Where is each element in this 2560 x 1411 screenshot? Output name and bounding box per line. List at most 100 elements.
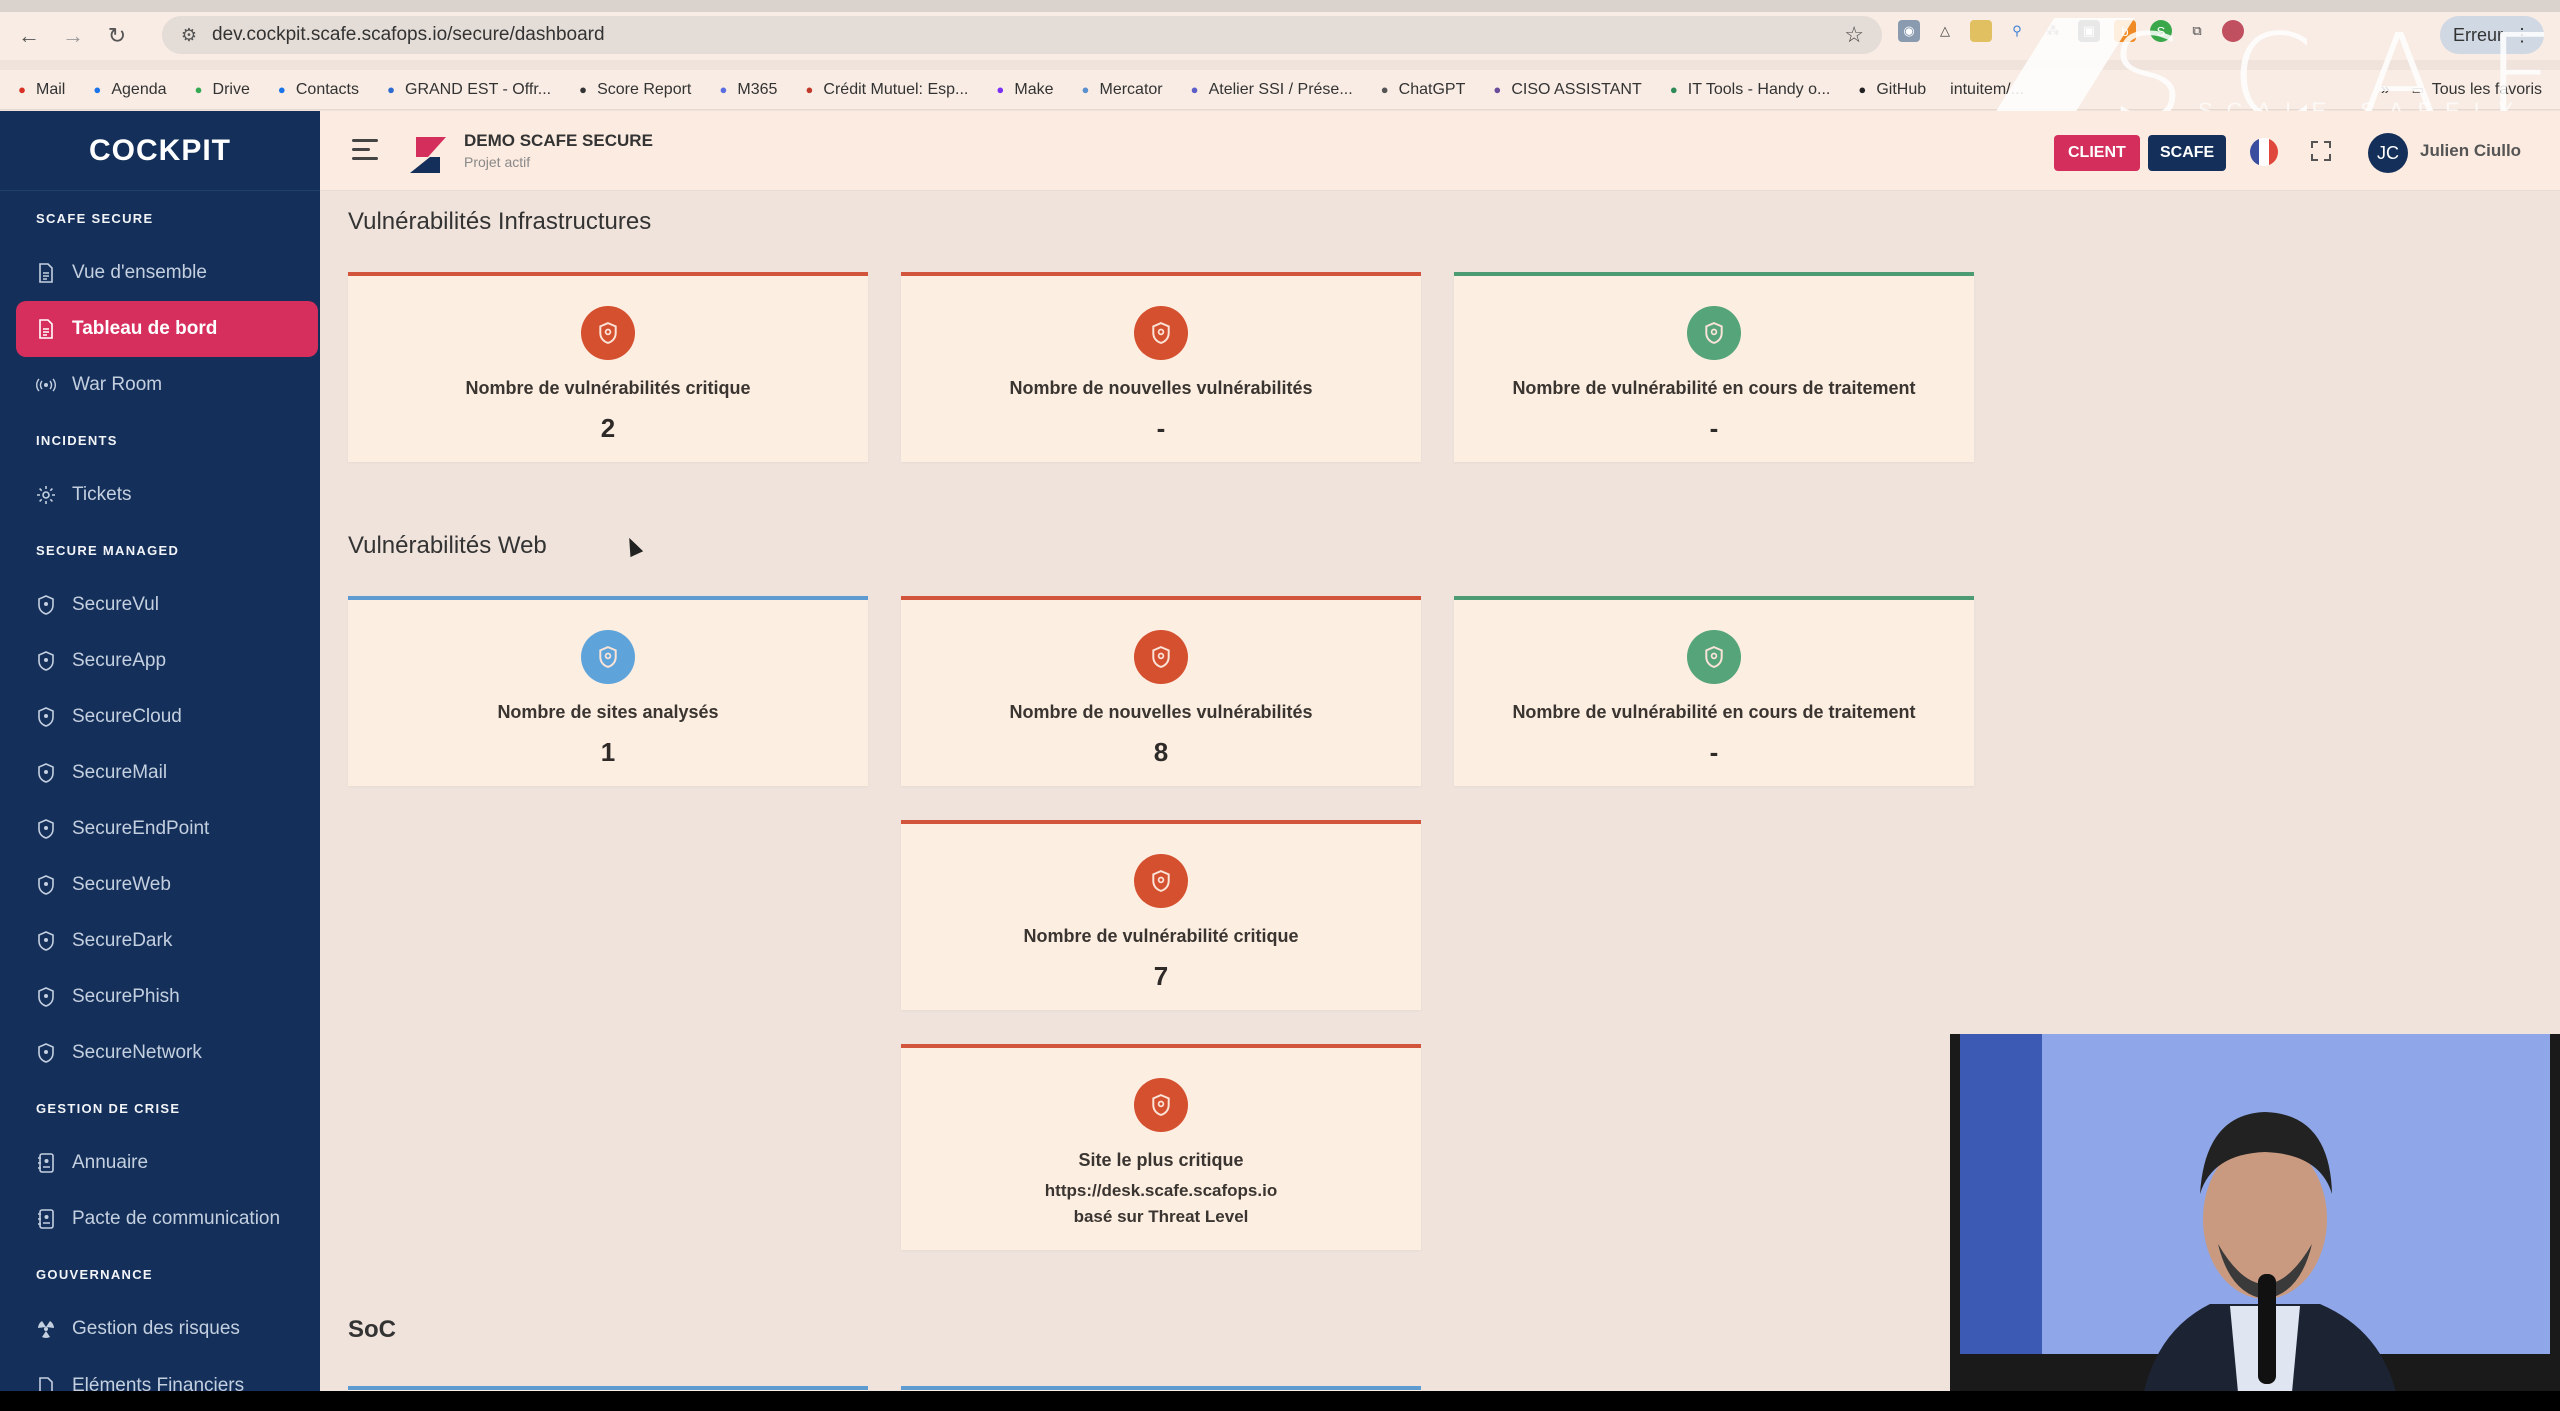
bookmark-item[interactable]: ● Make: [992, 81, 1053, 99]
url-text[interactable]: dev.cockpit.scafe.scafops.io/secure/dash…: [212, 24, 605, 46]
extension-network-icon[interactable]: ⁂: [2042, 20, 2064, 42]
sidebar-item-securemail[interactable]: SecureMail: [16, 745, 318, 801]
webcam-overlay: [1950, 1034, 2560, 1411]
bookmark-item[interactable]: ● CISO ASSISTANT: [1489, 81, 1641, 99]
make-icon: ●: [996, 82, 1005, 97]
bookmark-item[interactable]: ● ChatGPT: [1377, 81, 1466, 99]
screen: ← → ↻ ⚙ dev.cockpit.scafe.scafops.io/sec…: [0, 0, 2560, 1411]
bookmark-item[interactable]: ● Drive: [191, 81, 250, 99]
sidebar-item-label: SecureMail: [72, 762, 168, 783]
octopus-icon: ●: [1493, 82, 1502, 97]
sidebar-item-tableau-de-bord[interactable]: Tableau de bord: [16, 301, 318, 357]
back-icon[interactable]: ←: [14, 21, 44, 51]
user-name[interactable]: Julien Ciullo: [2420, 141, 2521, 161]
stat-label: Nombre de nouvelles vulnérabilités: [1009, 378, 1313, 398]
document-icon: [36, 319, 56, 339]
bookmark-label: Agenda: [111, 80, 167, 98]
all-bookmarks-button[interactable]: ▭ Tous les favoris: [2410, 81, 2542, 99]
bookmark-item[interactable]: ● M365: [715, 81, 777, 99]
sidebar-item-tickets[interactable]: Tickets: [16, 467, 318, 523]
sidebar-item-securecloud[interactable]: SecureCloud: [16, 689, 318, 745]
stat-card: Nombre de nouvelles vulnérabilités 8: [901, 596, 1421, 786]
sidebar-item-securenetwork[interactable]: SecureNetwork: [16, 1025, 318, 1081]
forward-icon[interactable]: →: [58, 21, 88, 51]
sidebar-item-securephish[interactable]: SecurePhish: [16, 969, 318, 1025]
shield-icon: [1134, 630, 1188, 684]
presenter-video: [2140, 1112, 2400, 1411]
sidebar-item-secureendpoint[interactable]: SecureEndPoint: [16, 801, 318, 857]
extensions-puzzle-icon[interactable]: ⧉: [2186, 20, 2208, 42]
sidebar-item-label: Tickets: [72, 484, 132, 505]
shield-icon: [36, 875, 56, 895]
app-header: DEMO SCAFE SECURE Projet actif CLIENT SC…: [320, 111, 2560, 191]
sidebar-item-annuaire[interactable]: Annuaire: [16, 1135, 318, 1191]
extension-password-icon[interactable]: ◉: [1898, 20, 1920, 42]
extension-cloud-icon[interactable]: △: [1934, 20, 1956, 42]
bookmark-item[interactable]: ● GitHub: [1854, 81, 1926, 99]
bookmark-item[interactable]: intuitem/...: [1950, 81, 2024, 99]
shield-icon: [36, 819, 56, 839]
profile-avatar-icon[interactable]: [2222, 20, 2244, 42]
sidebar-item-securedark[interactable]: SecureDark: [16, 913, 318, 969]
shield-icon: [581, 630, 635, 684]
shield-icon: [36, 931, 56, 951]
sidebar-item-gestion-des-risques[interactable]: Gestion des risques: [16, 1301, 318, 1357]
gear-icon: [36, 485, 56, 505]
sidebar-item-vue-d-ensemble[interactable]: Vue d'ensemble: [16, 245, 318, 301]
address-book-icon: [36, 1209, 56, 1229]
shield-icon: [36, 763, 56, 783]
folder-icon: ▭: [2411, 82, 2424, 97]
sidebar-item-secureapp[interactable]: SecureApp: [16, 633, 318, 689]
site-settings-icon[interactable]: ⚙: [172, 25, 206, 46]
drive-icon: ●: [194, 82, 203, 97]
sidebar-item-secureweb[interactable]: SecureWeb: [16, 857, 318, 913]
client-button[interactable]: CLIENT: [2054, 135, 2140, 171]
address-bar[interactable]: ⚙ dev.cockpit.scafe.scafops.io/secure/da…: [162, 16, 1882, 54]
bookmark-item[interactable]: ● Agenda: [89, 81, 166, 99]
bookmark-item[interactable]: ● Score Report: [575, 81, 691, 99]
critical-site-url[interactable]: https://desk.scafe.scafops.io: [1045, 1181, 1277, 1201]
extension-pencil-icon[interactable]: [1970, 20, 1992, 42]
critical-site-basis: basé sur Threat Level: [1073, 1207, 1249, 1226]
profile-error-button[interactable]: Erreur ⋮: [2440, 16, 2544, 54]
fullscreen-icon[interactable]: [2310, 140, 2332, 162]
sidebar-item-securevul[interactable]: SecureVul: [16, 577, 318, 633]
scafe-button[interactable]: SCAFE: [2148, 135, 2227, 171]
cockpit-logo[interactable]: COCKPIT: [0, 111, 320, 191]
stat-label: Nombre de vulnérabilités critique: [465, 378, 751, 398]
section-title-infra: Vulnérabilités Infrastructures: [348, 208, 652, 235]
bookmark-label: GRAND EST - Offr...: [405, 80, 552, 98]
bookmark-item[interactable]: ● GRAND EST - Offr...: [383, 81, 551, 99]
sidebar-item-elements-financiers[interactable]: Eléments Financiers: [16, 1357, 318, 1391]
bookmark-item[interactable]: ● Atelier SSI / Prése...: [1187, 81, 1353, 99]
bookmark-item[interactable]: ● Mail: [14, 81, 65, 99]
sidebar-section-title: GOUVERNANCE: [36, 1266, 153, 1282]
bookmark-label: GitHub: [1876, 80, 1927, 98]
extension-key-icon[interactable]: ⚲: [2006, 20, 2028, 42]
bookmark-label: Crédit Mutuel: Esp...: [823, 80, 969, 98]
french-flag-icon[interactable]: [2250, 138, 2278, 166]
menu-toggle-icon[interactable]: [352, 139, 378, 161]
sidebar-item-pacte-de-communication[interactable]: Pacte de communication: [16, 1191, 318, 1247]
browser-toolbar: ← → ↻ ⚙ dev.cockpit.scafe.scafops.io/sec…: [0, 12, 2560, 60]
bookmark-item[interactable]: ● Crédit Mutuel: Esp...: [801, 81, 968, 99]
bookmark-item[interactable]: ● IT Tools - Handy o...: [1666, 81, 1831, 99]
user-avatar[interactable]: JC: [2368, 133, 2408, 173]
stat-label: Nombre de vulnérabilité critique: [1023, 926, 1299, 946]
bookmark-item[interactable]: ● Mercator: [1077, 81, 1163, 99]
reload-icon[interactable]: ↻: [102, 21, 132, 51]
sidebar: COCKPIT SCAFE SECURE Vue d'ensemble Tablea…: [0, 111, 320, 1391]
bookmark-item[interactable]: ● Contacts: [274, 81, 359, 99]
bookmark-label: Score Report: [597, 80, 692, 98]
more-bookmarks-button[interactable]: »: [2381, 81, 2390, 99]
stat-value: -: [1156, 413, 1166, 443]
extension-s-icon[interactable]: S: [2150, 20, 2172, 42]
kebab-menu-icon[interactable]: ⋮: [2513, 25, 2531, 46]
shield-icon: [36, 987, 56, 1007]
extension-camera-icon[interactable]: ▣: [2078, 20, 2100, 42]
extension-hubspot-icon[interactable]: b: [2114, 20, 2136, 42]
bookmark-star-icon[interactable]: ☆: [1844, 22, 1864, 48]
shield-icon: [1687, 306, 1741, 360]
document-icon: [36, 263, 56, 283]
sidebar-item-war-room[interactable]: War Room: [16, 357, 318, 413]
